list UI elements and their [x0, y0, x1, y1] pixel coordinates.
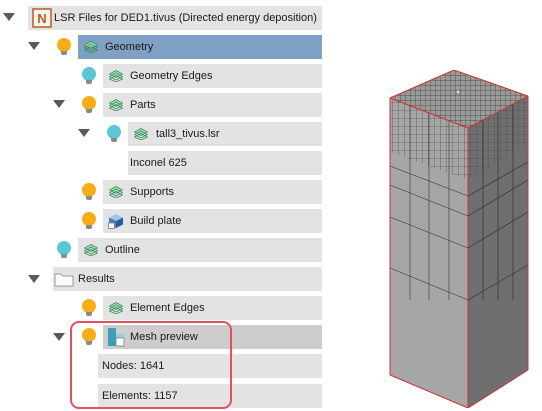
lightbulb-off-icon[interactable]: [57, 241, 71, 258]
tree-item-geometry[interactable]: Geometry: [78, 35, 322, 59]
lightbulb-on-icon[interactable]: [82, 212, 96, 229]
tree-item-root[interactable]: N LSR Files for DED1.tivus (Directed ene…: [28, 6, 322, 30]
expand-mesh-preview-icon[interactable]: [53, 333, 65, 341]
tree-item-build-plate[interactable]: Build plate: [103, 209, 322, 233]
build-plate-icon: [108, 214, 123, 229]
mesh-preview-viewport[interactable]: [380, 70, 542, 408]
expand-results-icon[interactable]: [28, 275, 40, 283]
lightbulb-on-icon[interactable]: [57, 38, 71, 55]
lightbulb-on-icon[interactable]: [82, 183, 96, 200]
expand-parts-icon[interactable]: [53, 100, 65, 108]
tree-item-supports-label: Supports: [130, 186, 175, 198]
app-logo-icon: N: [32, 8, 52, 28]
tree-item-part-file[interactable]: tall3_tivus.lsr: [128, 122, 322, 146]
highlight-callout: [70, 321, 232, 409]
tree-item-geometry-label: Geometry: [105, 41, 154, 53]
tree-item-results[interactable]: Results: [53, 267, 322, 291]
tree-item-supports[interactable]: Supports: [103, 180, 322, 204]
tree-item-parts[interactable]: Parts: [103, 93, 322, 117]
geometry-icon: [109, 99, 123, 111]
geometry-icon: [84, 41, 98, 53]
lightbulb-off-icon[interactable]: [82, 67, 96, 84]
tree-item-geometry-edges-label: Geometry Edges: [130, 70, 213, 82]
expand-part-file-icon[interactable]: [78, 129, 90, 137]
geometry-icon: [109, 70, 123, 82]
tree-item-material-label: Inconel 625: [130, 157, 187, 169]
tree-item-material[interactable]: Inconel 625: [128, 151, 322, 175]
svg-text:N: N: [37, 11, 46, 26]
tree-item-outline[interactable]: Outline: [78, 238, 322, 262]
expand-geometry-icon[interactable]: [28, 42, 40, 50]
geometry-icon: [134, 128, 148, 140]
tree-item-root-label: LSR Files for DED1.tivus (Directed energ…: [54, 12, 317, 24]
lightbulb-on-icon[interactable]: [82, 299, 96, 316]
folder-icon: [54, 273, 74, 287]
tree-item-part-file-label: tall3_tivus.lsr: [156, 128, 220, 140]
tree-item-element-edges[interactable]: Element Edges: [103, 296, 322, 320]
geometry-icon: [84, 244, 98, 256]
tree-item-results-label: Results: [78, 273, 115, 285]
geometry-icon: [109, 302, 123, 314]
tree-item-build-plate-label: Build plate: [130, 215, 182, 227]
lightbulb-on-icon[interactable]: [82, 96, 96, 113]
tree-item-parts-label: Parts: [130, 99, 156, 111]
tree-item-outline-label: Outline: [105, 244, 140, 256]
tree-item-geometry-edges[interactable]: Geometry Edges: [103, 64, 322, 88]
geometry-icon: [109, 186, 123, 198]
expand-root-icon[interactable]: [3, 13, 15, 21]
tree-item-element-edges-label: Element Edges: [130, 302, 205, 314]
lightbulb-off-icon[interactable]: [107, 125, 121, 142]
